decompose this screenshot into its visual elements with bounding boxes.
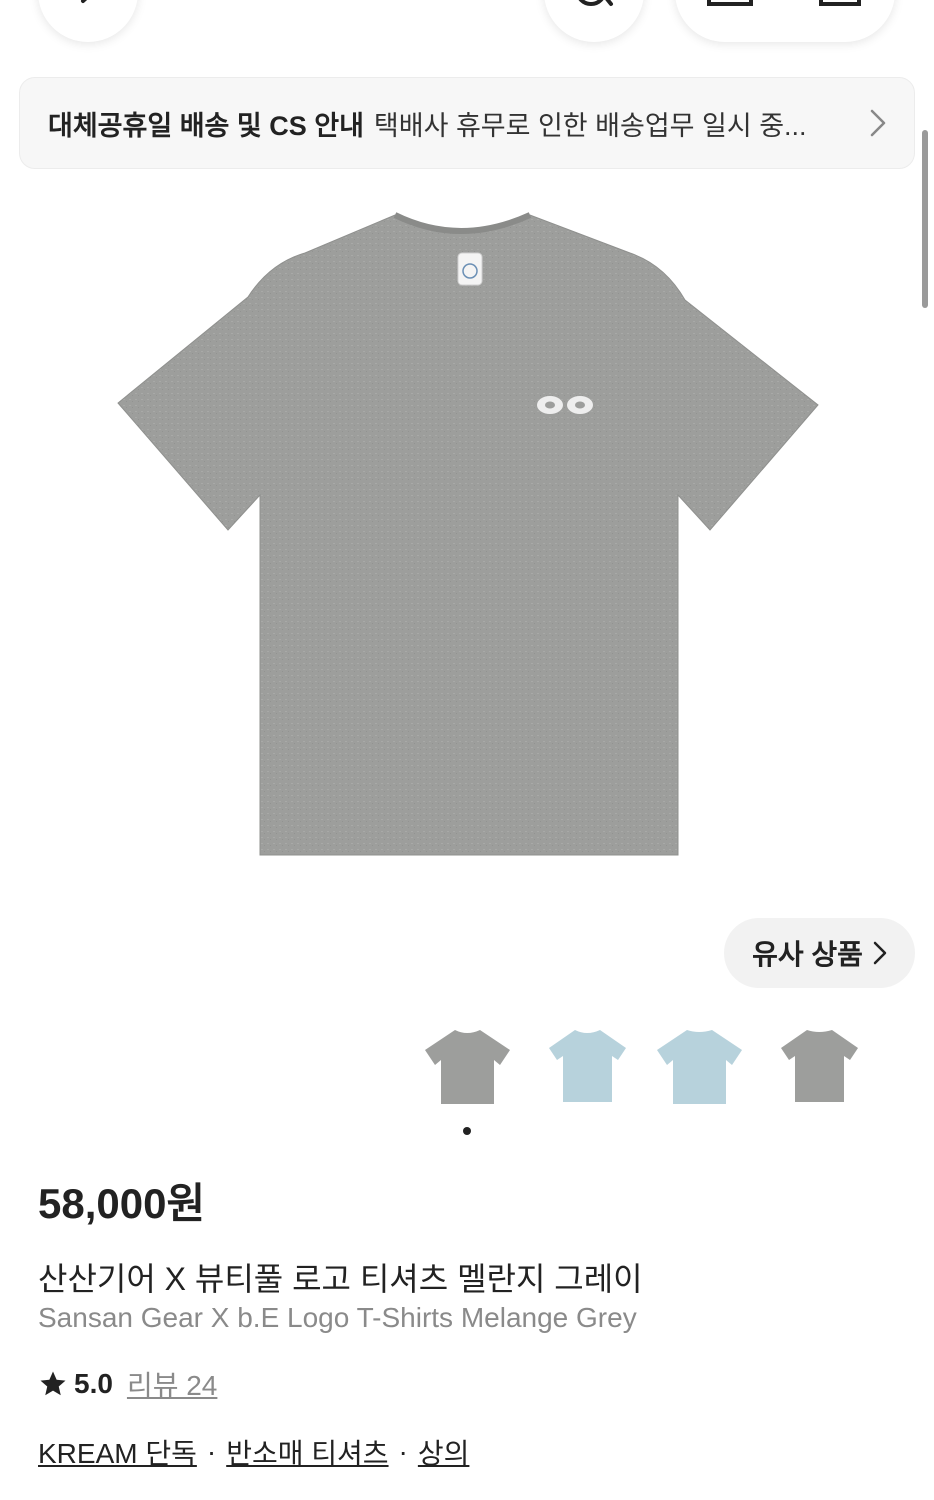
category-tops[interactable]: 상의 xyxy=(418,1432,470,1472)
share-icon[interactable] xyxy=(707,0,753,12)
category-kream-exclusive[interactable]: KREAM 단독 xyxy=(38,1432,197,1472)
back-button[interactable] xyxy=(38,0,138,42)
chevron-left-icon xyxy=(81,0,88,3)
thumbnail-grey-front[interactable] xyxy=(420,1020,515,1115)
action-buttons xyxy=(675,0,895,42)
chevron-right-icon xyxy=(870,109,886,137)
search-icon xyxy=(578,0,613,6)
rating-row: 5.0 리뷰 24 xyxy=(38,1364,217,1404)
scrollbar[interactable] xyxy=(922,130,928,308)
review-link[interactable]: 리뷰 24 xyxy=(127,1364,217,1404)
rating-value: 5.0 xyxy=(74,1368,113,1399)
notice-title: 대체공휴일 배송 및 CS 안내 xyxy=(48,110,364,141)
thumbnail-strip xyxy=(420,1020,870,1115)
star-icon xyxy=(40,1371,66,1396)
similar-products-button[interactable]: 유사 상품 xyxy=(724,918,915,988)
category-short-sleeve-tshirts[interactable]: 반소매 티셔츠 xyxy=(226,1432,388,1472)
category-separator: · xyxy=(206,1436,217,1467)
thumbnail-grey-back[interactable] xyxy=(772,1020,867,1115)
similar-products-label: 유사 상품 xyxy=(752,939,863,970)
notice-banner[interactable]: 대체공휴일 배송 및 CS 안내 택배사 휴무로 인한 배송업무 일시 중... xyxy=(19,77,915,169)
category-breadcrumb: KREAM 단독 · 반소매 티셔츠 · 상의 xyxy=(38,1432,469,1472)
category-separator: · xyxy=(398,1436,408,1467)
bookmark-icon[interactable] xyxy=(817,0,863,12)
chevron-right-icon xyxy=(873,941,887,965)
search-button[interactable] xyxy=(544,0,644,42)
product-price: 58,000원 xyxy=(38,1180,206,1227)
product-name-ko: 산산기어 X 뷰티풀 로고 티셔츠 멜란지 그레이 xyxy=(38,1261,643,1297)
notice-text: 택배사 휴무로 인한 배송업무 일시 중... xyxy=(373,110,807,141)
thumbnail-blue-front[interactable] xyxy=(540,1020,635,1115)
product-image[interactable] xyxy=(110,205,825,865)
thumbnail-blue-back[interactable] xyxy=(652,1020,747,1115)
product-name-en: Sansan Gear X b.E Logo T-Shirts Melange … xyxy=(38,1302,637,1333)
carousel-indicator xyxy=(463,1127,471,1135)
